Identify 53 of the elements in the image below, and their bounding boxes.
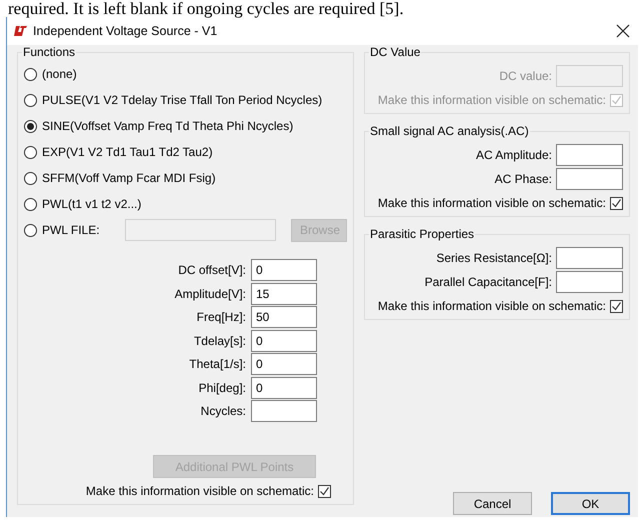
radio-button[interactable]: [24, 198, 37, 210]
input-field[interactable]: 15: [251, 282, 317, 304]
document-text: required. It is left blank if ongoing cycles are required [5].: [7, 0, 404, 17]
input-field[interactable]: 0: [251, 353, 317, 375]
field-label: Ncycles:: [200, 404, 246, 418]
logo-icon: [13, 25, 27, 37]
close-icon[interactable]: [616, 24, 630, 38]
checkbox-label: Make this information visible on schematic:: [86, 484, 314, 498]
input-field[interactable]: 50: [251, 306, 317, 328]
checkbox[interactable]: [610, 300, 623, 312]
group-title: Small signal AC analysis(.AC): [369, 124, 530, 138]
radio-button[interactable]: [24, 120, 37, 132]
radio-label: (none): [42, 67, 77, 81]
checkbox-label: Make this information visible on schematic:: [378, 299, 606, 313]
radio-label: PWL FILE:: [42, 223, 100, 237]
field-label: Freq[Hz]:: [196, 310, 246, 324]
input-field[interactable]: 0: [251, 259, 317, 281]
input-field[interactable]: [556, 168, 623, 190]
field-label: Series Resistance[Ω]:: [436, 251, 552, 265]
radio-label: SINE(Voffset Vamp Freq Td Theta Phi Ncycles): [42, 119, 294, 133]
group-title: Functions: [22, 45, 76, 59]
field-label: AC Phase:: [494, 172, 552, 186]
field-label: Tdelay[s]:: [194, 334, 246, 348]
group-title: Parasitic Properties: [369, 227, 476, 241]
radio-button[interactable]: [24, 146, 37, 158]
cancel-button[interactable]: Cancel: [453, 492, 532, 515]
input-field[interactable]: 0: [251, 376, 317, 398]
field-label: Phi[deg]:: [198, 380, 246, 394]
input-field[interactable]: 0: [251, 330, 317, 352]
input-field[interactable]: [251, 400, 317, 422]
checkbox[interactable]: [610, 196, 623, 210]
field-label: Parallel Capacitance[F]:: [424, 275, 552, 289]
radio-button[interactable]: [24, 172, 37, 184]
input-field[interactable]: [556, 144, 623, 166]
field-label: Amplitude[V]:: [174, 286, 246, 300]
radio-label: SFFM(Voff Vamp Fcar MDI Fsig): [42, 171, 216, 185]
radio-button[interactable]: [24, 68, 37, 80]
checkbox[interactable]: [318, 484, 331, 498]
radio-label: EXP(V1 V2 Td1 Tau1 Td2 Tau2): [42, 145, 213, 159]
radio-label: PULSE(V1 V2 Tdelay Trise Tfall Ton Period Ncycles): [42, 93, 322, 107]
radio-button[interactable]: [24, 94, 37, 106]
input-field[interactable]: [556, 271, 623, 293]
field-label: DC value:: [499, 69, 552, 83]
ok-button[interactable]: OK: [551, 492, 630, 515]
window-title: Independent Voltage Source - V1: [33, 24, 218, 38]
radio-label: PWL(t1 v1 t2 v2...): [42, 197, 142, 211]
checkbox-label: Make this information visible on schematic:: [378, 93, 606, 107]
input-field[interactable]: [556, 247, 623, 269]
group-title: DC Value: [369, 45, 422, 59]
field-label: Theta[1/s]:: [189, 357, 246, 371]
field-label: DC offset[V]:: [178, 263, 246, 277]
field-label: AC Amplitude:: [476, 148, 552, 162]
checkbox-label: Make this information visible on schematic:: [378, 196, 606, 210]
